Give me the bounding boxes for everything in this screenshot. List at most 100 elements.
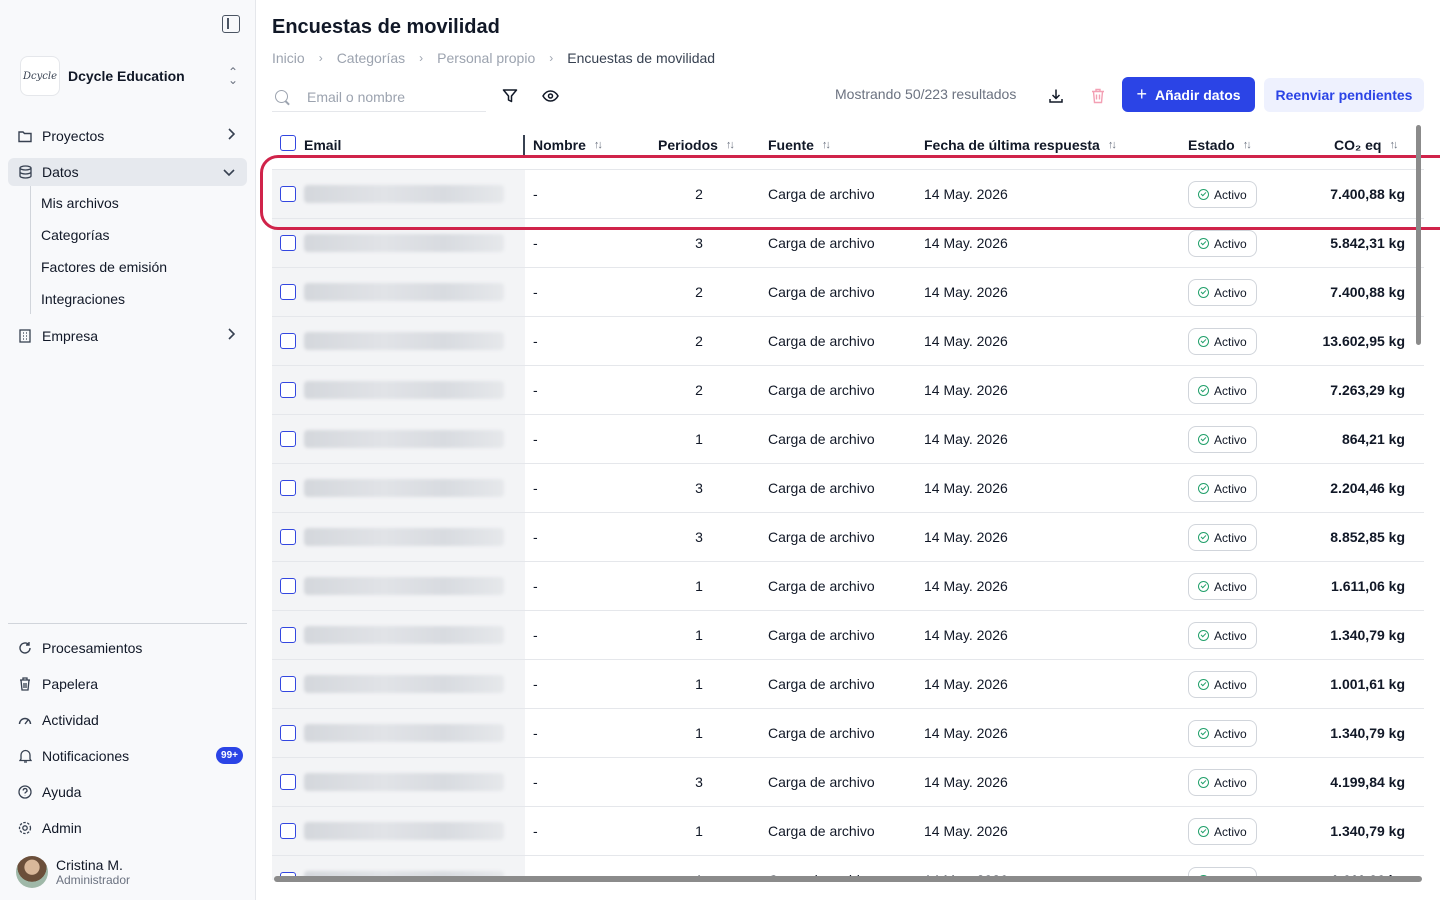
breadcrumb-item[interactable]: Inicio bbox=[272, 50, 305, 66]
sort-icon[interactable]: ↑↓ bbox=[726, 139, 735, 151]
user-role: Administrador bbox=[56, 873, 131, 887]
select-all-checkbox[interactable] bbox=[280, 135, 296, 151]
table-row[interactable]: - 3 Carga de archivo 14 May. 2026 Activo 8.85… bbox=[272, 513, 1424, 562]
periodos-cell: 3 bbox=[695, 480, 703, 496]
trash-icon[interactable] bbox=[1088, 86, 1108, 106]
column-header-co2[interactable]: CO₂ eq ↑↓ bbox=[1334, 137, 1398, 153]
sidebar-divider bbox=[8, 623, 247, 624]
fecha-cell: 14 May. 2026 bbox=[924, 529, 1008, 545]
email-redacted bbox=[304, 479, 504, 497]
table-row[interactable]: - 2 Carga de archivo 14 May. 2026 Activo 7.26… bbox=[272, 366, 1424, 415]
nav-item-datos[interactable]: Datos bbox=[8, 158, 247, 186]
column-header-nombre[interactable]: Nombre ↑↓ bbox=[533, 137, 603, 153]
user-profile[interactable]: Cristina M. Administrador bbox=[16, 856, 130, 888]
sidebar-item-mis-archivos[interactable]: Mis archivos bbox=[41, 195, 119, 211]
sidebar-collapse-icon[interactable] bbox=[222, 15, 240, 33]
nombre-cell: - bbox=[533, 774, 538, 790]
column-header-estado[interactable]: Estado ↑↓ bbox=[1188, 137, 1252, 153]
folder-icon bbox=[18, 129, 32, 143]
fecha-cell: 14 May. 2026 bbox=[924, 235, 1008, 251]
nombre-cell: - bbox=[533, 235, 538, 251]
row-checkbox[interactable] bbox=[280, 382, 296, 398]
table-row[interactable]: - 1 Carga de archivo 14 May. 2026 Activo 1.34… bbox=[272, 709, 1424, 758]
status-label: Activo bbox=[1214, 481, 1247, 496]
chevron-right-icon: › bbox=[549, 51, 554, 65]
add-data-button[interactable]: + Añadir datos bbox=[1122, 77, 1255, 112]
check-circle-icon bbox=[1198, 679, 1209, 690]
add-data-label: Añadir datos bbox=[1154, 86, 1241, 103]
co2-cell: 8.852,85 kg bbox=[1330, 529, 1405, 545]
table-row[interactable]: - 3 Carga de archivo 14 May. 2026 Activo 4.19… bbox=[272, 758, 1424, 807]
column-header-fuente[interactable]: Fuente ↑↓ bbox=[768, 137, 831, 153]
row-checkbox[interactable] bbox=[280, 480, 296, 496]
table-row[interactable]: - 1 Carga de archivo 14 May. 2026 Activo 1.61… bbox=[272, 562, 1424, 611]
table-row[interactable]: - 3 Carga de archivo 14 May. 2026 Activo 2.20… bbox=[272, 464, 1424, 513]
database-icon bbox=[18, 165, 32, 179]
sort-icon[interactable]: ↑↓ bbox=[1108, 139, 1117, 151]
nav-item-ayuda[interactable]: Ayuda bbox=[8, 778, 247, 806]
sort-icon[interactable]: ↑↓ bbox=[1243, 139, 1252, 151]
row-checkbox[interactable] bbox=[280, 578, 296, 594]
refresh-icon bbox=[18, 641, 32, 655]
table-row[interactable]: - 1 Carga de archivo 14 May. 2026 Activo 1.00… bbox=[272, 660, 1424, 709]
subnav-divider bbox=[30, 186, 31, 314]
nav-item-notificaciones[interactable]: Notificaciones 99+ bbox=[8, 742, 247, 770]
sidebar-item-categorias[interactable]: Categorías bbox=[41, 227, 109, 243]
row-checkbox[interactable] bbox=[280, 725, 296, 741]
nav-item-actividad[interactable]: Actividad bbox=[8, 706, 247, 734]
table-row[interactable]: - 1 Carga de archivo 14 May. 2026 Activo 1.34… bbox=[272, 611, 1424, 660]
co2-cell: 2.204,46 kg bbox=[1330, 480, 1405, 496]
periodos-cell: 2 bbox=[695, 382, 703, 398]
periodos-cell: 1 bbox=[695, 627, 703, 643]
breadcrumb-item[interactable]: Categorías bbox=[337, 50, 405, 66]
co2-cell: 7.263,29 kg bbox=[1330, 382, 1405, 398]
filter-icon[interactable] bbox=[500, 86, 520, 106]
row-checkbox[interactable] bbox=[280, 676, 296, 692]
row-checkbox[interactable] bbox=[280, 529, 296, 545]
fuente-cell: Carga de archivo bbox=[768, 774, 875, 790]
row-checkbox[interactable] bbox=[280, 823, 296, 839]
nav-item-proyectos[interactable]: Proyectos bbox=[8, 122, 247, 150]
row-checkbox[interactable] bbox=[280, 431, 296, 447]
table-row[interactable]: - 1 Carga de archivo 14 May. 2026 Activo 1.34… bbox=[272, 807, 1424, 856]
chevron-right-icon bbox=[227, 128, 236, 143]
breadcrumb-item[interactable]: Personal propio bbox=[437, 50, 535, 66]
horizontal-scrollbar[interactable] bbox=[274, 876, 1422, 882]
resend-pending-button[interactable]: Reenviar pendientes bbox=[1264, 78, 1424, 112]
nav-item-empresa[interactable]: Empresa bbox=[8, 322, 247, 350]
row-checkbox[interactable] bbox=[280, 284, 296, 300]
sort-icon[interactable]: ↑↓ bbox=[822, 139, 831, 151]
vertical-scrollbar[interactable] bbox=[1416, 125, 1421, 345]
sort-icon[interactable]: ↑↓ bbox=[1389, 139, 1398, 151]
nombre-cell: - bbox=[533, 627, 538, 643]
sidebar-item-factores[interactable]: Factores de emisión bbox=[41, 259, 167, 275]
status-label: Activo bbox=[1214, 285, 1247, 300]
column-header-email[interactable]: Email bbox=[304, 137, 341, 153]
periodos-cell: 3 bbox=[695, 235, 703, 251]
status-badge: Activo bbox=[1188, 230, 1257, 257]
table-row[interactable]: - 2 Carga de archivo 14 May. 2026 Activo 7.40… bbox=[272, 268, 1424, 317]
row-checkbox[interactable] bbox=[280, 333, 296, 349]
table-row[interactable]: - 2 Carga de archivo 14 May. 2026 Activo 13.6… bbox=[272, 317, 1424, 366]
eye-icon[interactable] bbox=[540, 86, 560, 106]
column-resize-handle[interactable] bbox=[523, 135, 525, 157]
search-input[interactable] bbox=[307, 88, 477, 105]
download-icon[interactable] bbox=[1046, 86, 1066, 106]
sidebar-item-integraciones[interactable]: Integraciones bbox=[41, 291, 125, 307]
row-checkbox[interactable] bbox=[280, 627, 296, 643]
row-checkbox[interactable] bbox=[280, 235, 296, 251]
check-circle-icon bbox=[1198, 728, 1209, 739]
column-header-periodos[interactable]: Periodos ↑↓ bbox=[658, 137, 735, 153]
status-badge: Activo bbox=[1188, 671, 1257, 698]
email-redacted bbox=[304, 724, 504, 742]
column-label: Nombre bbox=[533, 137, 586, 153]
row-checkbox[interactable] bbox=[280, 774, 296, 790]
column-header-fecha[interactable]: Fecha de última respuesta ↑↓ bbox=[924, 137, 1117, 153]
fuente-cell: Carga de archivo bbox=[768, 676, 875, 692]
org-switcher[interactable]: Dcycle Dcycle Education ⌃ ⌄ bbox=[20, 56, 240, 96]
nav-item-admin[interactable]: Admin bbox=[8, 814, 247, 842]
table-row[interactable]: - 1 Carga de archivo 14 May. 2026 Activo 864,… bbox=[272, 415, 1424, 464]
nav-item-papelera[interactable]: Papelera bbox=[8, 670, 247, 698]
sort-icon[interactable]: ↑↓ bbox=[594, 139, 603, 151]
nav-item-procesamientos[interactable]: Procesamientos bbox=[8, 634, 247, 662]
